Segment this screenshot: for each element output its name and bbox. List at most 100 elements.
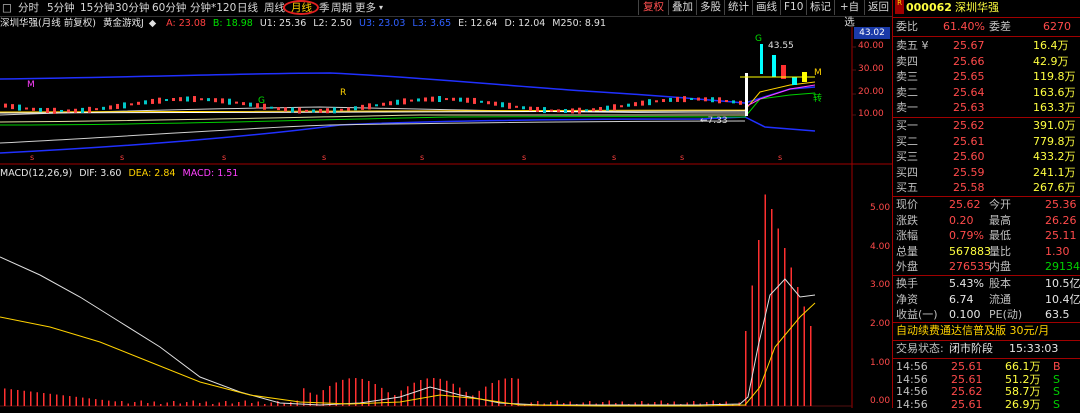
highlight-circle [283, 0, 319, 15]
candle [473, 97, 476, 104]
dropdown-arrow-icon[interactable]: ▾ [379, 1, 383, 15]
candle [95, 108, 98, 111]
candle [39, 107, 42, 112]
ask-label: 卖五 ¥ [896, 39, 929, 52]
candle [648, 99, 651, 106]
candle [718, 97, 721, 104]
stat-value: 276535 [949, 260, 991, 274]
y-label-30: 30.00 [858, 64, 884, 74]
panel-row: 买五 25.58 267.6万 [893, 180, 1080, 196]
stat-label: 换手 [896, 277, 918, 290]
candle [81, 107, 84, 113]
ask-price: 25.65 [953, 70, 985, 84]
signal-mark: s [680, 153, 684, 162]
candle [585, 109, 588, 112]
promo-text[interactable]: 自动续费通达信普及版 30元/月 [896, 323, 1049, 339]
bid-volume: 241.1万 [1033, 165, 1076, 179]
tab-period[interactable]: 周期 [331, 1, 352, 15]
candle [361, 104, 364, 110]
candle [242, 102, 245, 106]
tab-30min[interactable]: 30分钟 [115, 1, 149, 15]
ask-price: 25.66 [953, 54, 985, 68]
multi-stock-button[interactable]: 多股 [696, 0, 724, 15]
candle [515, 105, 518, 108]
candle [543, 107, 546, 114]
candle [144, 100, 147, 105]
mark-button[interactable]: 标记 [806, 0, 834, 15]
add-watchlist-button[interactable]: +自选 [834, 0, 864, 28]
macd-bar [485, 386, 487, 406]
macd-bar [4, 388, 6, 406]
stat-label: 最高 [989, 213, 1011, 227]
candle [417, 98, 420, 102]
panel-row: 外盘 276535内盘 291348 [893, 259, 1080, 275]
kline-chart-area[interactable]: 深圳华强(月线 前复权) 黄金游戏J ◆ A: 23.08 B: 18.98 U1:… [0, 17, 892, 408]
macd-bar [400, 390, 402, 406]
tab-weekly[interactable]: 周线 [264, 1, 285, 15]
macd-bar [433, 378, 435, 406]
signal-mark: s [420, 153, 424, 162]
f10-button[interactable]: F10 [780, 0, 806, 15]
stat-label: 今开 [989, 198, 1011, 211]
stat-value: 10.5亿 [1045, 277, 1080, 290]
back-button[interactable]: 返回 [864, 0, 892, 15]
current-price-tag: 43.02 [854, 27, 890, 39]
macd-bar [218, 402, 220, 406]
macd-title[interactable]: MACD(12,26,9) [0, 168, 72, 179]
fuquan-button[interactable]: 复权 [638, 0, 668, 15]
more-menu[interactable]: 更多 [355, 1, 376, 15]
macd-bar [56, 394, 58, 406]
trade-time: 15:33:03 [1009, 342, 1059, 355]
tab-5min[interactable]: 5分钟 [47, 1, 75, 15]
candle [522, 106, 525, 110]
stock-code: 000062 [906, 1, 952, 14]
panel-row: 涨跌 0.20 最高 26.26 [893, 213, 1080, 229]
tab-daily[interactable]: 日线 [237, 1, 258, 15]
stock-name: 深圳华强 [955, 1, 999, 14]
candle [382, 102, 385, 106]
promo-banner[interactable]: 自动续费通达信普及版 30元/月 [893, 323, 1080, 339]
draw-line-button[interactable]: 画线 [752, 0, 780, 15]
tab-60min[interactable]: 60分钟 [152, 1, 186, 15]
macd-bar [517, 378, 519, 406]
candle [46, 107, 49, 113]
macd-bar [23, 390, 25, 406]
macd-bar [283, 403, 285, 406]
bid-label: 买五 [896, 181, 918, 195]
stat-value: 1.30 [1045, 244, 1070, 258]
overlay-button[interactable]: 叠加 [668, 0, 696, 15]
ask-volume: 16.4万 [1033, 39, 1069, 52]
stat-value: 26.26 [1045, 213, 1077, 227]
macd-bar [439, 378, 441, 406]
macd-bar [446, 380, 448, 406]
ask-price: 25.67 [953, 39, 985, 52]
macd-bar [95, 399, 97, 406]
macd-bar [36, 392, 38, 406]
macd-bar [251, 403, 253, 406]
macd-value: MACD: 1.51 [182, 168, 239, 179]
stat-label: 内盘 [989, 260, 1011, 274]
candle [431, 96, 434, 102]
candle [88, 106, 91, 113]
macd-bar [108, 400, 110, 406]
tab-quarterly[interactable]: 季 [319, 1, 330, 15]
layout-toggle-icon[interactable]: □ [2, 1, 12, 15]
candle [25, 107, 28, 110]
tab-fenshi[interactable]: 分时 [18, 1, 39, 15]
candle [396, 99, 399, 105]
tab-120min[interactable]: 分钟*120 [190, 1, 236, 15]
macd-bar [82, 397, 84, 406]
candle [102, 106, 105, 110]
macd-bar [127, 403, 129, 406]
macd-bar [452, 383, 454, 406]
tab-15min[interactable]: 15分钟 [80, 1, 114, 15]
candle [67, 109, 70, 113]
stat-value: 0.79% [949, 229, 984, 243]
macd-bar [342, 379, 344, 406]
panel-row: 卖五 ¥ 25.67 16.4万 [893, 38, 1080, 54]
candle [487, 101, 490, 105]
stats-button[interactable]: 统计 [724, 0, 752, 15]
macd-y-2: 2.00 [870, 319, 891, 329]
svg-text:G: G [755, 34, 762, 44]
stat-label: 涨幅 [896, 229, 918, 243]
